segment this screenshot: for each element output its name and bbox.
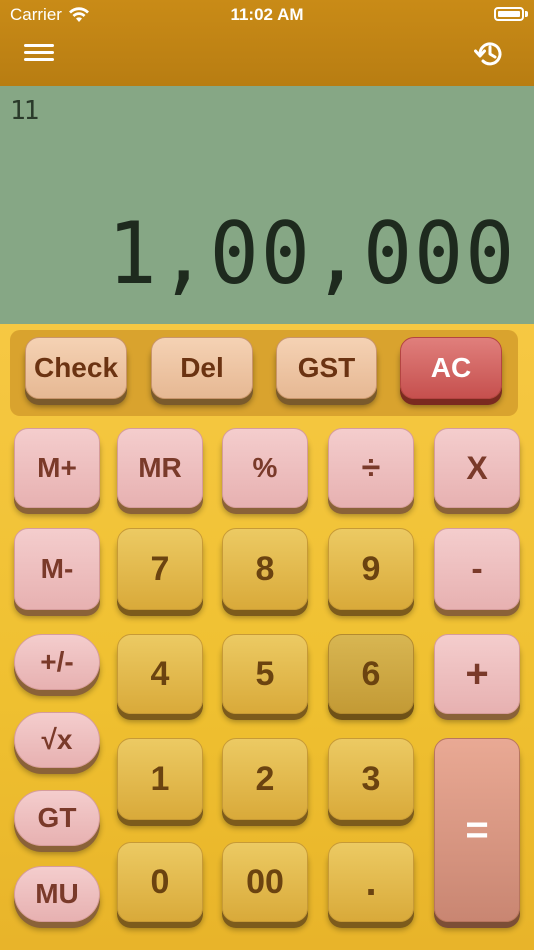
status-time: 11:02 AM	[230, 5, 304, 24]
digit-9-button[interactable]: 9	[328, 528, 414, 610]
divide-button[interactable]: ÷	[328, 428, 414, 508]
double-zero-button[interactable]: 00	[222, 842, 308, 922]
digit-1-button[interactable]: 1	[117, 738, 203, 820]
memory-plus-button[interactable]: M+	[14, 428, 100, 508]
status-bar: Carrier 11:02 AM	[0, 0, 534, 30]
memory-minus-button[interactable]: M-	[14, 528, 100, 610]
battery-icon	[494, 7, 524, 21]
square-root-button[interactable]: √x	[14, 712, 100, 768]
display-value: 1,00,000	[107, 204, 516, 304]
percent-button[interactable]: %	[222, 428, 308, 508]
plus-minus-button[interactable]: +/-	[14, 634, 100, 690]
memory-recall-button[interactable]: MR	[117, 428, 203, 508]
grand-total-button[interactable]: GT	[14, 790, 100, 846]
top-bar: Carrier 11:02 AM	[0, 0, 534, 86]
markup-button[interactable]: MU	[14, 866, 100, 922]
delete-button[interactable]: Del	[151, 337, 253, 399]
hamburger-menu-icon-bar	[24, 44, 54, 47]
battery-nub	[525, 11, 528, 17]
digit-7-button[interactable]: 7	[117, 528, 203, 610]
hamburger-menu-icon-bar	[24, 58, 54, 61]
digit-6-button[interactable]: 6	[328, 634, 414, 714]
memory-indicator: 11	[10, 96, 39, 126]
multiply-button[interactable]: X	[434, 428, 520, 508]
digit-4-button[interactable]: 4	[117, 634, 203, 714]
hamburger-menu-icon-bar	[24, 51, 54, 54]
history-icon[interactable]	[474, 38, 506, 70]
digit-0-button[interactable]: 0	[117, 842, 203, 922]
check-button[interactable]: Check	[25, 337, 127, 399]
all-clear-button[interactable]: AC	[400, 337, 502, 399]
equals-button[interactable]: =	[434, 738, 520, 922]
minus-button[interactable]: -	[434, 528, 520, 610]
menu-button[interactable]	[22, 40, 56, 68]
gst-button[interactable]: GST	[276, 337, 377, 399]
digit-8-button[interactable]: 8	[222, 528, 308, 610]
decimal-button[interactable]: .	[328, 842, 414, 922]
plus-button[interactable]: +	[434, 634, 520, 714]
digit-5-button[interactable]: 5	[222, 634, 308, 714]
digit-3-button[interactable]: 3	[328, 738, 414, 820]
digit-2-button[interactable]: 2	[222, 738, 308, 820]
